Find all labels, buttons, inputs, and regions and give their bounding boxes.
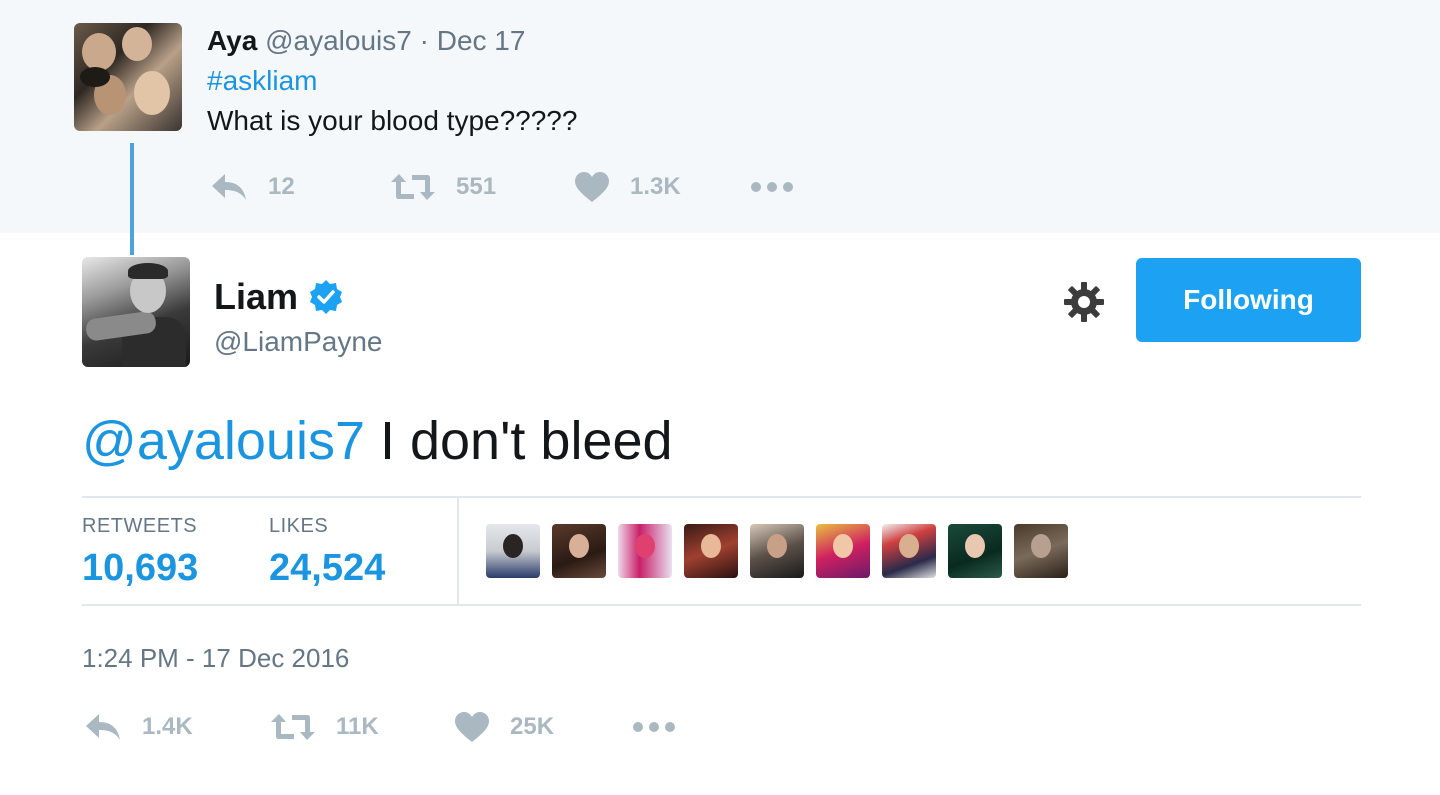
mention-link[interactable]: @ayalouis7 (82, 411, 365, 471)
heart-icon (455, 712, 489, 742)
tweet-date[interactable]: Dec 17 (437, 25, 526, 56)
reply-count: 1.4K (142, 713, 193, 740)
hashtag-link[interactable]: #askliam (207, 64, 317, 98)
tweet-text: @ayalouis7 I don't bleed (82, 408, 673, 474)
retweet-button[interactable]: 11K (270, 712, 454, 742)
reply-context-tweet: Aya @ayalouis7 · Dec 17 #askliam What is… (0, 0, 1440, 233)
retweet-button[interactable]: 551 (390, 172, 574, 202)
reply-button[interactable]: 1.4K (84, 712, 270, 742)
avatar[interactable] (816, 524, 870, 578)
stats-divider (457, 498, 459, 604)
like-button[interactable]: 25K (454, 711, 632, 743)
avatar[interactable] (882, 524, 936, 578)
retweets-label: RETWEETS (82, 515, 198, 537)
more-icon (751, 182, 793, 192)
avatar[interactable] (82, 257, 190, 367)
tweet-stats: RETWEETS 10,693 LIKES 24,524 (82, 496, 1361, 606)
retweets-stat[interactable]: RETWEETS 10,693 (82, 514, 198, 590)
author-handle[interactable]: @ayalouis7 (265, 25, 412, 56)
verified-badge-icon (308, 279, 344, 315)
heart-icon (575, 172, 609, 202)
author-handle[interactable]: @LiamPayne (214, 325, 383, 359)
avatar[interactable] (74, 23, 182, 131)
like-button[interactable]: 1.3K (574, 171, 750, 203)
avatar[interactable] (1014, 524, 1068, 578)
retweet-icon (271, 714, 315, 740)
avatar[interactable] (684, 524, 738, 578)
likes-label: LIKES (269, 515, 329, 537)
avatar[interactable] (552, 524, 606, 578)
date-separator: · (419, 25, 429, 56)
likes-stat[interactable]: LIKES 24,524 (269, 514, 385, 590)
author-name-row[interactable]: Liam (214, 276, 344, 318)
following-button[interactable]: Following (1136, 258, 1361, 342)
tweet-timestamp[interactable]: 1:24 PM - 17 Dec 2016 (82, 642, 349, 674)
like-count: 1.3K (630, 173, 681, 200)
liker-avatars (486, 524, 1080, 578)
more-icon (633, 722, 675, 732)
retweet-count: 551 (456, 173, 497, 200)
tweet-body: I don't bleed (364, 411, 673, 471)
more-button[interactable] (750, 181, 794, 193)
thread-connector-line (130, 143, 134, 255)
avatar[interactable] (948, 524, 1002, 578)
tweet-actions: 1.4K 11K 25K (84, 705, 676, 749)
likes-value: 24,524 (269, 547, 386, 589)
like-count: 25K (510, 713, 555, 740)
reply-tweet-actions: 12 551 1.3K (210, 167, 794, 207)
avatar[interactable] (618, 524, 672, 578)
gear-icon[interactable] (1062, 280, 1106, 324)
reply-icon (212, 174, 246, 200)
avatar[interactable] (486, 524, 540, 578)
reply-count: 12 (268, 173, 295, 200)
retweet-count: 11K (336, 713, 379, 740)
reply-icon (86, 714, 120, 740)
retweets-value: 10,693 (82, 547, 199, 589)
more-button[interactable] (632, 721, 676, 733)
reply-button[interactable]: 12 (210, 172, 390, 202)
reply-tweet-text: What is your blood type????? (207, 105, 578, 136)
author-name[interactable]: Liam (214, 276, 298, 318)
reply-author-header: Aya @ayalouis7 · Dec 17 (207, 24, 525, 58)
author-name[interactable]: Aya (207, 25, 257, 56)
retweet-icon (391, 174, 435, 200)
avatar[interactable] (750, 524, 804, 578)
